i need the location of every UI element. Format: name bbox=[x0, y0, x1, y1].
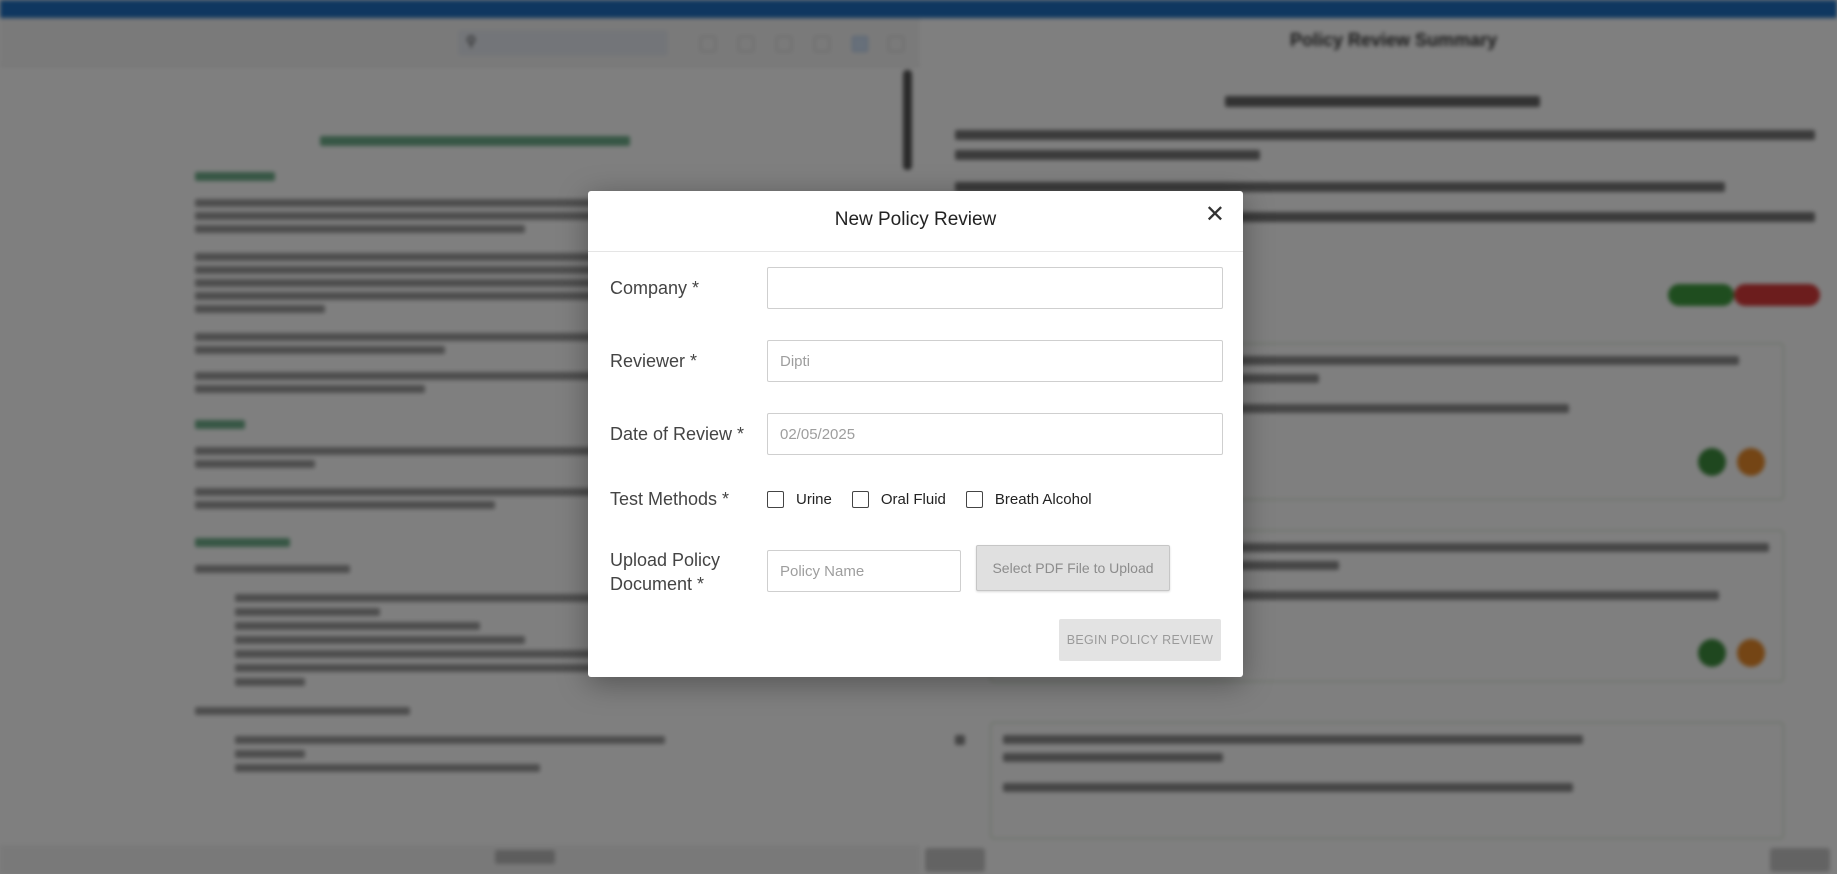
reviewer-input[interactable] bbox=[767, 340, 1223, 382]
modal-title: New Policy Review bbox=[834, 209, 997, 230]
upload-label-line2: Document * bbox=[610, 574, 705, 594]
close-icon[interactable]: ✕ bbox=[1205, 203, 1225, 227]
select-pdf-button[interactable]: Select PDF File to Upload bbox=[976, 545, 1170, 591]
oral-fluid-label: Oral Fluid bbox=[880, 490, 946, 508]
breath-alcohol-label: Breath Alcohol bbox=[994, 490, 1092, 508]
reviewer-label: Reviewer * bbox=[610, 351, 698, 371]
date-of-review-label: Date of Review * bbox=[610, 424, 745, 444]
modal-header: New Policy Review ✕ bbox=[588, 191, 1243, 252]
test-methods-options: Urine Oral Fluid Breath Alcohol bbox=[767, 487, 1112, 511]
upload-policy-label: Upload Policy Document * bbox=[610, 548, 720, 596]
checkbox-box[interactable] bbox=[851, 490, 869, 508]
urine-label: Urine bbox=[796, 490, 832, 508]
company-input[interactable] bbox=[767, 267, 1223, 309]
policy-name-input[interactable] bbox=[767, 550, 961, 592]
checkbox-box[interactable] bbox=[767, 490, 784, 508]
new-policy-review-modal: New Policy Review ✕ Company * Reviewer *… bbox=[588, 191, 1243, 677]
company-label: Company * bbox=[610, 278, 700, 298]
oral-fluid-checkbox[interactable]: Oral Fluid bbox=[851, 490, 946, 508]
upload-label-line1: Upload Policy bbox=[610, 550, 721, 570]
test-methods-label: Test Methods * bbox=[610, 489, 730, 509]
begin-policy-review-button[interactable]: BEGIN POLICY REVIEW bbox=[1059, 619, 1221, 661]
breath-alcohol-checkbox[interactable]: Breath Alcohol bbox=[965, 490, 1092, 508]
checkbox-box[interactable] bbox=[965, 490, 983, 508]
urine-checkbox[interactable]: Urine bbox=[767, 490, 832, 508]
date-of-review-input[interactable] bbox=[767, 413, 1223, 455]
